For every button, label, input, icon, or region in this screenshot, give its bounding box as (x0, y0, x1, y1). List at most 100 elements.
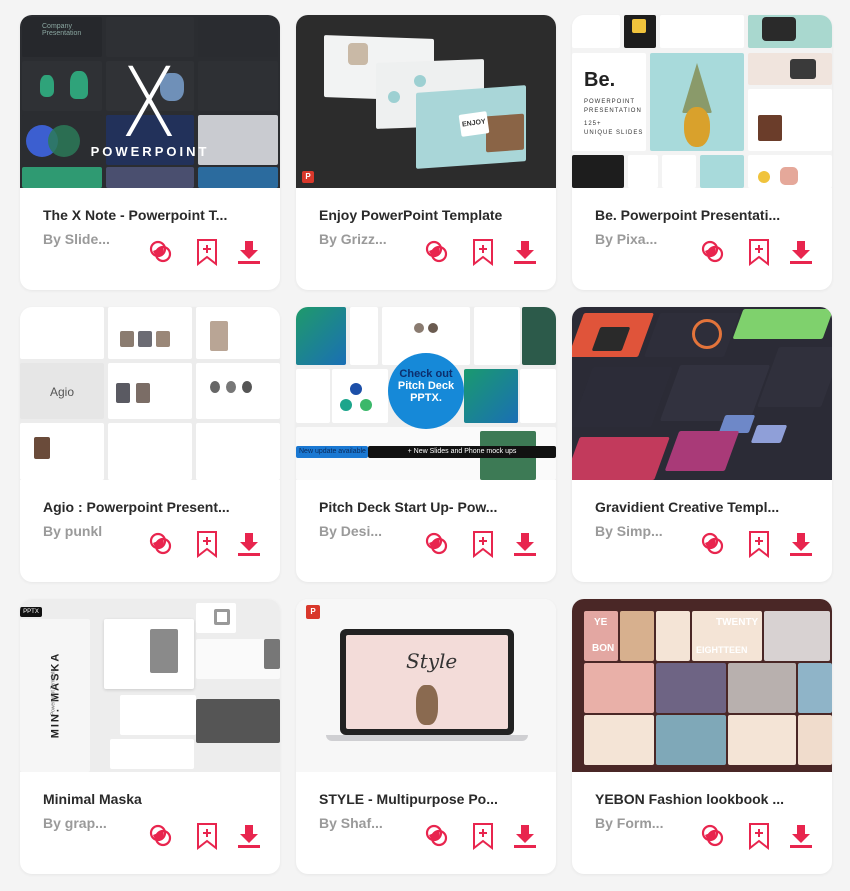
template-author[interactable]: By Grizz... (319, 231, 387, 247)
template-title[interactable]: The X Note - Powerpoint T... (43, 207, 258, 223)
card-actions (698, 821, 818, 851)
thumbnail-sub-text: Powerpoint Template (50, 668, 57, 716)
compare-icon (700, 823, 726, 849)
bookmark-add-icon (196, 530, 218, 558)
thumbnail-word: BON (592, 643, 615, 654)
template-thumbnail[interactable]: ENJOY P (296, 15, 556, 188)
download-icon (237, 239, 261, 265)
bookmark-add-icon (748, 238, 770, 266)
bookmark-add-button[interactable] (192, 821, 222, 851)
template-card[interactable]: Company Presentation X POWERPOINT The X … (20, 15, 280, 290)
thumbnail-line: 125+ (584, 121, 602, 127)
download-button[interactable] (786, 237, 816, 267)
template-author[interactable]: By grap... (43, 815, 107, 831)
compare-button[interactable] (698, 821, 728, 851)
bookmark-add-button[interactable] (468, 237, 498, 267)
template-card[interactable]: Agio Agio : Powerpoint Present... By pun… (20, 307, 280, 582)
download-button[interactable] (510, 821, 540, 851)
template-title[interactable]: STYLE - Multipurpose Po... (319, 791, 534, 807)
compare-button[interactable] (146, 821, 176, 851)
download-button[interactable] (234, 237, 264, 267)
download-button[interactable] (510, 237, 540, 267)
download-button[interactable] (786, 529, 816, 559)
bookmark-add-button[interactable] (744, 821, 774, 851)
download-button[interactable] (510, 529, 540, 559)
template-author[interactable]: By Pixa... (595, 231, 657, 247)
bookmark-add-icon (748, 822, 770, 850)
template-card[interactable]: P Style STYLE - Multipurpose Po... By Sh… (296, 599, 556, 874)
template-thumbnail[interactable]: Agio (20, 307, 280, 480)
bubble-line: PPTX. (410, 392, 442, 404)
compare-icon (424, 823, 450, 849)
download-button[interactable] (786, 821, 816, 851)
template-title[interactable]: Gravidient Creative Templ... (595, 499, 810, 515)
compare-icon (424, 239, 450, 265)
template-thumbnail[interactable]: P Style (296, 599, 556, 772)
thumbnail-tag: PPTX (20, 607, 42, 617)
template-thumbnail[interactable]: New update available + New Slides and Ph… (296, 307, 556, 480)
card-actions (422, 237, 542, 267)
template-title[interactable]: Minimal Maska (43, 791, 258, 807)
template-title[interactable]: YEBON Fashion lookbook ... (595, 791, 810, 807)
template-card[interactable]: New update available + New Slides and Ph… (296, 307, 556, 582)
compare-button[interactable] (146, 237, 176, 267)
template-thumbnail[interactable]: YE BON TWENTY EIGHTTEEN (572, 599, 832, 772)
powerpoint-icon: P (306, 605, 320, 619)
thumbnail-big-letter: X (120, 47, 177, 159)
download-icon (237, 531, 261, 557)
template-thumbnail[interactable]: Company Presentation X POWERPOINT (20, 15, 280, 188)
thumbnail-slide-text: ENJOY (458, 111, 490, 137)
compare-icon (700, 239, 726, 265)
template-card[interactable]: ENJOY P Enjoy PowerPoint Template By Gri… (296, 15, 556, 290)
template-thumbnail[interactable]: PPTX MIN. MASKA Powerpoint Template (20, 599, 280, 772)
template-title[interactable]: Enjoy PowerPoint Template (319, 207, 534, 223)
template-title[interactable]: Agio : Powerpoint Present... (43, 499, 258, 515)
thumbnail-word: TWENTY (716, 617, 759, 628)
compare-button[interactable] (422, 237, 452, 267)
bookmark-add-button[interactable] (744, 237, 774, 267)
compare-button[interactable] (422, 529, 452, 559)
compare-button[interactable] (698, 529, 728, 559)
compare-button[interactable] (698, 237, 728, 267)
thumbnail-line: POWERPOINT (584, 99, 636, 105)
template-author[interactable]: By Form... (595, 815, 663, 831)
template-card[interactable]: Be. POWERPOINT PRESENTATION 125+ UNIQUE … (572, 15, 832, 290)
download-button[interactable] (234, 821, 264, 851)
thumbnail-script-text: Style (406, 649, 458, 673)
bookmark-add-icon (472, 822, 494, 850)
card-actions (146, 237, 266, 267)
bookmark-add-icon (196, 822, 218, 850)
template-card[interactable]: PPTX MIN. MASKA Powerpoint Template Mini… (20, 599, 280, 874)
template-author[interactable]: By Simp... (595, 523, 663, 539)
powerpoint-icon: P (302, 171, 314, 183)
card-actions (698, 237, 818, 267)
thumbnail-banner-right: + New Slides and Phone mock ups (368, 446, 556, 458)
template-author[interactable]: By Shaf... (319, 815, 383, 831)
bookmark-add-button[interactable] (192, 237, 222, 267)
download-icon (789, 239, 813, 265)
template-author[interactable]: By punkl (43, 523, 102, 539)
thumbnail-bubble: Check out Pitch Deck PPTX. (388, 353, 464, 429)
template-thumbnail[interactable] (572, 307, 832, 480)
compare-icon (424, 531, 450, 557)
card-actions (422, 529, 542, 559)
bookmark-add-button[interactable] (192, 529, 222, 559)
bookmark-add-button[interactable] (468, 821, 498, 851)
template-thumbnail[interactable]: Be. POWERPOINT PRESENTATION 125+ UNIQUE … (572, 15, 832, 188)
compare-button[interactable] (146, 529, 176, 559)
bookmark-add-button[interactable] (744, 529, 774, 559)
template-card[interactable]: Gravidient Creative Templ... By Simp... (572, 307, 832, 582)
template-card[interactable]: YE BON TWENTY EIGHTTEEN YEBON Fashion lo… (572, 599, 832, 874)
template-title[interactable]: Be. Powerpoint Presentati... (595, 207, 810, 223)
bookmark-add-button[interactable] (468, 529, 498, 559)
download-icon (789, 823, 813, 849)
template-title[interactable]: Pitch Deck Start Up- Pow... (319, 499, 534, 515)
download-button[interactable] (234, 529, 264, 559)
compare-button[interactable] (422, 821, 452, 851)
template-author[interactable]: By Slide... (43, 231, 110, 247)
download-icon (513, 239, 537, 265)
thumbnail-word: YE (594, 617, 608, 628)
bubble-line: Pitch Deck (397, 380, 455, 392)
download-icon (237, 823, 261, 849)
template-author[interactable]: By Desi... (319, 523, 382, 539)
